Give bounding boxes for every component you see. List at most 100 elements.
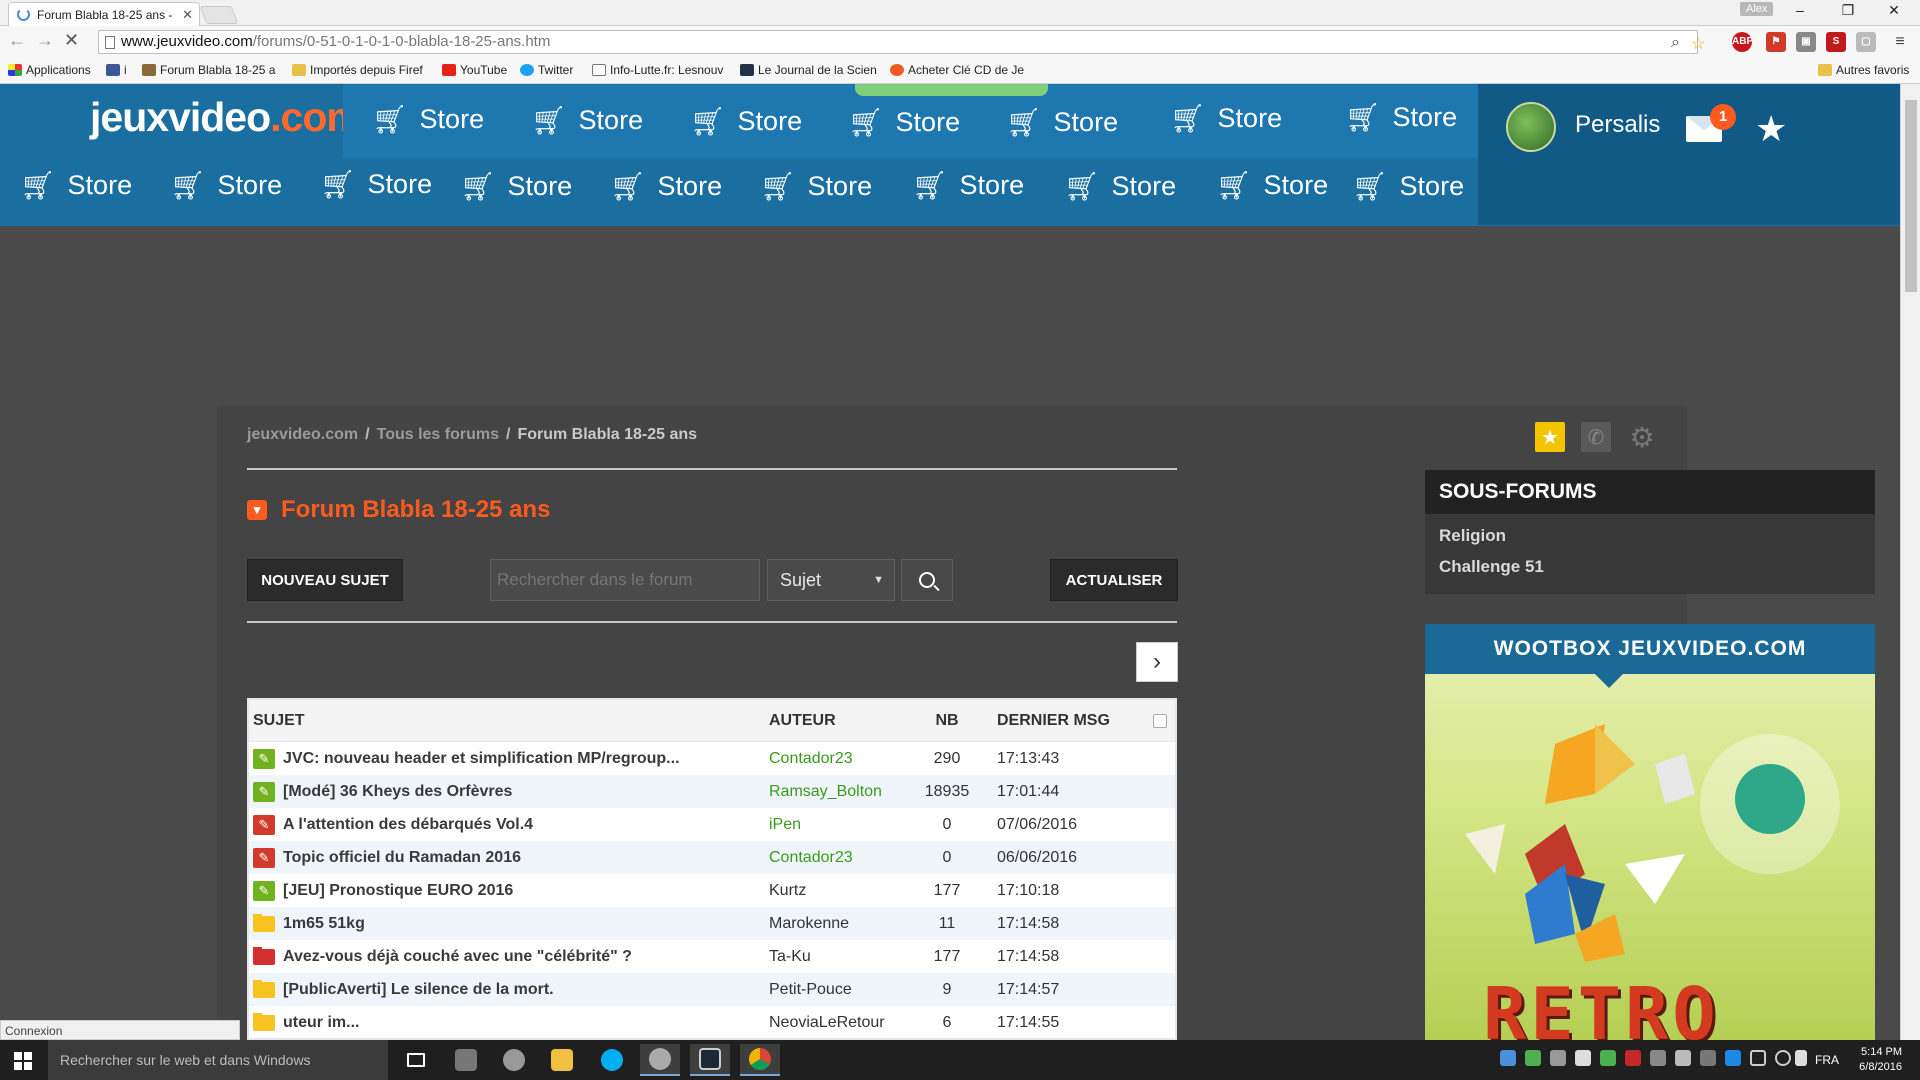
topic-subject-link[interactable]: uteur im... xyxy=(283,1014,359,1032)
refresh-button[interactable]: ACTUALISER xyxy=(1050,559,1178,601)
back-icon[interactable]: ← xyxy=(8,30,26,51)
topic-author[interactable]: iPen xyxy=(759,816,907,834)
tab-close-icon[interactable]: ✕ xyxy=(182,7,193,23)
topic-last-message[interactable]: 07/06/2016 xyxy=(987,816,1145,834)
nav-store-item[interactable]: 🛒︎ Store xyxy=(690,106,802,137)
zoom-icon[interactable]: ⌕ xyxy=(1671,34,1680,52)
nav-store-item[interactable]: 🛒︎ Store xyxy=(610,171,722,202)
topic-author[interactable]: Contador23 xyxy=(759,849,907,867)
subforum-link[interactable]: Challenge 51 xyxy=(1425,553,1875,584)
topic-last-message[interactable]: 17:01:44 xyxy=(987,783,1145,801)
col-subject[interactable]: SUJET xyxy=(249,712,759,730)
topic-author[interactable]: Ta-Ku xyxy=(759,948,907,966)
col-count[interactable]: NB xyxy=(907,712,987,730)
tray-app-icon[interactable] xyxy=(1700,1050,1716,1066)
topic-last-message[interactable]: 17:14:55 xyxy=(987,1014,1145,1032)
taskbar-search[interactable]: Rechercher sur le web et dans Windows xyxy=(48,1040,388,1080)
nav-store-item[interactable]: 🛒︎ Store xyxy=(531,105,643,136)
nav-store-item[interactable]: 🛒︎ Store xyxy=(1006,107,1118,138)
tray-app-icon[interactable] xyxy=(1650,1050,1666,1066)
table-row[interactable]: ✎ A l'attention des débarqués Vol.4 iPen 0 0… xyxy=(249,808,1175,841)
tray-cloud-icon[interactable] xyxy=(1550,1050,1566,1066)
language-indicator[interactable]: FRA xyxy=(1815,1053,1839,1067)
topic-subject-link[interactable]: JVC: nouveau header et simplification MP… xyxy=(283,750,680,768)
bookmark-youtube[interactable]: YouTube xyxy=(442,63,507,77)
bookmark-apps[interactable]: Applications xyxy=(8,63,91,77)
bookmark-forum[interactable]: Forum Blabla 18-25 a xyxy=(142,63,275,77)
search-button[interactable] xyxy=(901,559,953,601)
topic-subject-link[interactable]: Avez-vous déjà couché avec une "célébrit… xyxy=(283,948,632,966)
topic-subject-link[interactable]: A l'attention des débarqués Vol.4 xyxy=(283,816,533,834)
forward-icon[interactable]: → xyxy=(36,30,54,51)
subforum-link[interactable]: Religion xyxy=(1425,522,1875,553)
breadcrumb-home[interactable]: jeuxvideo.com xyxy=(247,426,358,443)
nav-store-item[interactable]: 🛒︎ Store xyxy=(1216,170,1328,201)
topic-author[interactable]: NeoviaLeRetour xyxy=(759,1014,907,1032)
address-bar[interactable]: www.jeuxvideo.com/forums/0-51-0-1-0-1-0-… xyxy=(98,30,1705,54)
taskbar-clock[interactable]: 5:14 PM 6/8/2016 xyxy=(1850,1045,1902,1075)
topic-subject-link[interactable]: [PublicAverti] Le silence de la mort. xyxy=(283,981,554,999)
new-tab-button[interactable] xyxy=(199,6,239,24)
favorites-star-icon[interactable]: ★ xyxy=(1755,108,1787,150)
topic-author[interactable]: Petit-Pouce xyxy=(759,981,907,999)
next-page-button[interactable]: › xyxy=(1136,642,1178,682)
topic-last-message[interactable]: 17:10:18 xyxy=(987,882,1145,900)
stop-icon[interactable]: ✕ xyxy=(64,30,79,51)
topic-last-message[interactable]: 17:13:43 xyxy=(987,750,1145,768)
app-icon[interactable] xyxy=(446,1044,486,1076)
gear-icon[interactable]: ⚙ xyxy=(1627,422,1657,453)
site-logo[interactable]: jeuxvideo.com xyxy=(90,94,363,141)
table-row[interactable]: ✎ [JEU] Pronostique EURO 2016 Kurtz 177 17:1… xyxy=(249,874,1175,907)
topic-last-message[interactable]: 06/06/2016 xyxy=(987,849,1145,867)
topic-subject-link[interactable]: 1m65 51kg xyxy=(283,915,365,933)
chevron-down-icon[interactable]: ▾ xyxy=(247,500,267,520)
forum-search-input[interactable] xyxy=(490,559,760,601)
table-row[interactable]: 1m65 51kg Marokenne 11 17:14:58 xyxy=(249,907,1175,940)
topic-author[interactable]: Contador23 xyxy=(759,750,907,768)
table-row[interactable]: ✎ Topic officiel du Ramadan 2016 Contador2… xyxy=(249,841,1175,874)
restore-icon[interactable]: ❐ xyxy=(1826,2,1870,19)
extension-red-icon[interactable]: ⚑ xyxy=(1766,32,1786,52)
bookmark-twitter[interactable]: Twitter xyxy=(520,63,573,77)
minimize-icon[interactable]: – xyxy=(1778,2,1822,18)
windows-start-icon[interactable] xyxy=(14,1052,32,1070)
topic-last-message[interactable]: 17:14:57 xyxy=(987,981,1145,999)
breadcrumb-all-forums[interactable]: Tous les forums xyxy=(377,426,499,443)
wootbox-ad[interactable]: WOOTBOX JEUXVIDEO.COM RETRO xyxy=(1425,624,1875,1040)
file-explorer-icon[interactable] xyxy=(542,1044,582,1076)
table-row[interactable]: uteur im... NeoviaLeRetour 6 17:14:55 xyxy=(249,1006,1175,1038)
browser-tab[interactable]: Forum Blabla 18-25 ans - ✕ xyxy=(8,2,200,26)
nav-store-item[interactable]: 🛒︎ Store xyxy=(170,170,282,201)
col-last-message[interactable]: DERNIER MSG xyxy=(987,712,1145,730)
topic-author[interactable]: Ramsay_Bolton xyxy=(759,783,907,801)
app-icon[interactable] xyxy=(494,1044,534,1076)
page-scrollbar[interactable] xyxy=(1900,84,1920,1040)
header-green-tab[interactable] xyxy=(855,84,1048,96)
volume-icon[interactable] xyxy=(1775,1050,1791,1066)
nav-store-item[interactable]: 🛒︎ Store xyxy=(460,171,572,202)
profile-badge[interactable]: Alex xyxy=(1740,2,1774,16)
topic-author[interactable]: Marokenne xyxy=(759,915,907,933)
bookmark-folder-firefox[interactable]: Importés depuis Firef xyxy=(292,63,423,77)
close-window-icon[interactable]: ✕ xyxy=(1872,2,1916,19)
network-icon[interactable] xyxy=(1750,1050,1766,1066)
nav-store-item[interactable]: 🛒︎ Store xyxy=(848,107,960,138)
nav-store-item[interactable]: 🛒︎ Store xyxy=(20,170,132,201)
table-row[interactable]: [PublicAverti] Le silence de la mort. Pet… xyxy=(249,973,1175,1006)
col-author[interactable]: AUTEUR xyxy=(759,712,907,730)
bookmark-cle-cd[interactable]: Acheter Clé CD de Je xyxy=(890,63,1024,77)
table-row[interactable]: Avez-vous déjà couché avec une "célébrit… xyxy=(249,940,1175,973)
topic-subject-link[interactable]: Topic officiel du Ramadan 2016 xyxy=(283,849,521,867)
new-topic-button[interactable]: NOUVEAU SUJET xyxy=(247,559,403,601)
app-icon[interactable] xyxy=(640,1044,680,1076)
nav-store-item[interactable]: 🛒︎ Store xyxy=(1345,102,1457,133)
avatar[interactable] xyxy=(1506,102,1556,152)
topic-subject-link[interactable]: [Modé] 36 Kheys des Orfèvres xyxy=(283,783,512,801)
chrome-icon[interactable] xyxy=(740,1044,780,1076)
extension-s-icon[interactable]: S xyxy=(1826,32,1846,52)
nav-store-item[interactable]: 🛒︎ Store xyxy=(1352,171,1464,202)
tray-app-icon[interactable] xyxy=(1725,1050,1741,1066)
username[interactable]: Persalis xyxy=(1575,111,1660,139)
tray-app-icon[interactable] xyxy=(1500,1050,1516,1066)
extension-grey-icon[interactable]: ▢ xyxy=(1856,32,1876,52)
